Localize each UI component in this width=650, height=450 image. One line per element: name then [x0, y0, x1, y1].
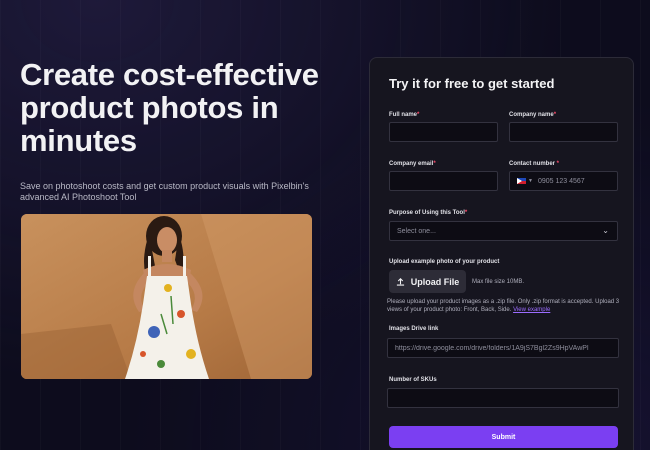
phone-placeholder: 0905 123 4567: [537, 177, 585, 185]
full-name-input[interactable]: [389, 122, 498, 142]
contact-number-label: Contact number *: [509, 161, 560, 167]
company-name-input[interactable]: [509, 122, 618, 142]
country-caret-icon[interactable]: ▼: [528, 178, 533, 184]
company-email-label: Company email*: [389, 161, 436, 167]
upload-icon: [396, 278, 404, 286]
drive-link-input[interactable]: https://drive.google.com/drive/folders/1…: [387, 338, 619, 358]
form-title: Try it for free to get started: [389, 76, 555, 91]
max-file-size-text: Max file size 10MB.: [472, 279, 525, 285]
company-email-input[interactable]: [389, 171, 498, 191]
hero-title: Create cost-effective product photos in …: [20, 57, 319, 158]
drive-link-value: https://drive.google.com/drive/folders/1…: [395, 344, 589, 352]
contact-number-input[interactable]: ▼ 0905 123 4567: [509, 171, 618, 191]
signup-form: Try it for free to get started Full name…: [369, 57, 634, 450]
upload-help-text: Please upload your product images as a .…: [387, 299, 620, 313]
skus-input[interactable]: [387, 388, 619, 408]
purpose-select[interactable]: Select one... ⌄: [389, 221, 618, 241]
upload-button-label: Upload File: [410, 276, 460, 287]
chevron-down-icon[interactable]: ⌄: [602, 226, 609, 235]
view-example-link[interactable]: View example: [513, 307, 550, 313]
philippines-flag-icon[interactable]: [517, 178, 526, 184]
full-name-label: Full name*: [389, 112, 420, 118]
hero-subtitle: Save on photoshoot costs and get custom …: [20, 181, 309, 202]
submit-button[interactable]: Submit: [389, 426, 618, 448]
upload-file-button[interactable]: Upload File: [389, 270, 466, 293]
product-model-photo: [21, 214, 312, 379]
skus-label: Number of SKUs: [389, 377, 437, 383]
drive-link-label: Images Drive link: [389, 326, 439, 332]
company-name-label: Company name*: [509, 112, 557, 118]
purpose-label: Purpose of Using this Tool*: [389, 210, 468, 216]
upload-label: Upload example photo of your product: [389, 259, 500, 265]
purpose-selected-value: Select one...: [397, 227, 436, 235]
